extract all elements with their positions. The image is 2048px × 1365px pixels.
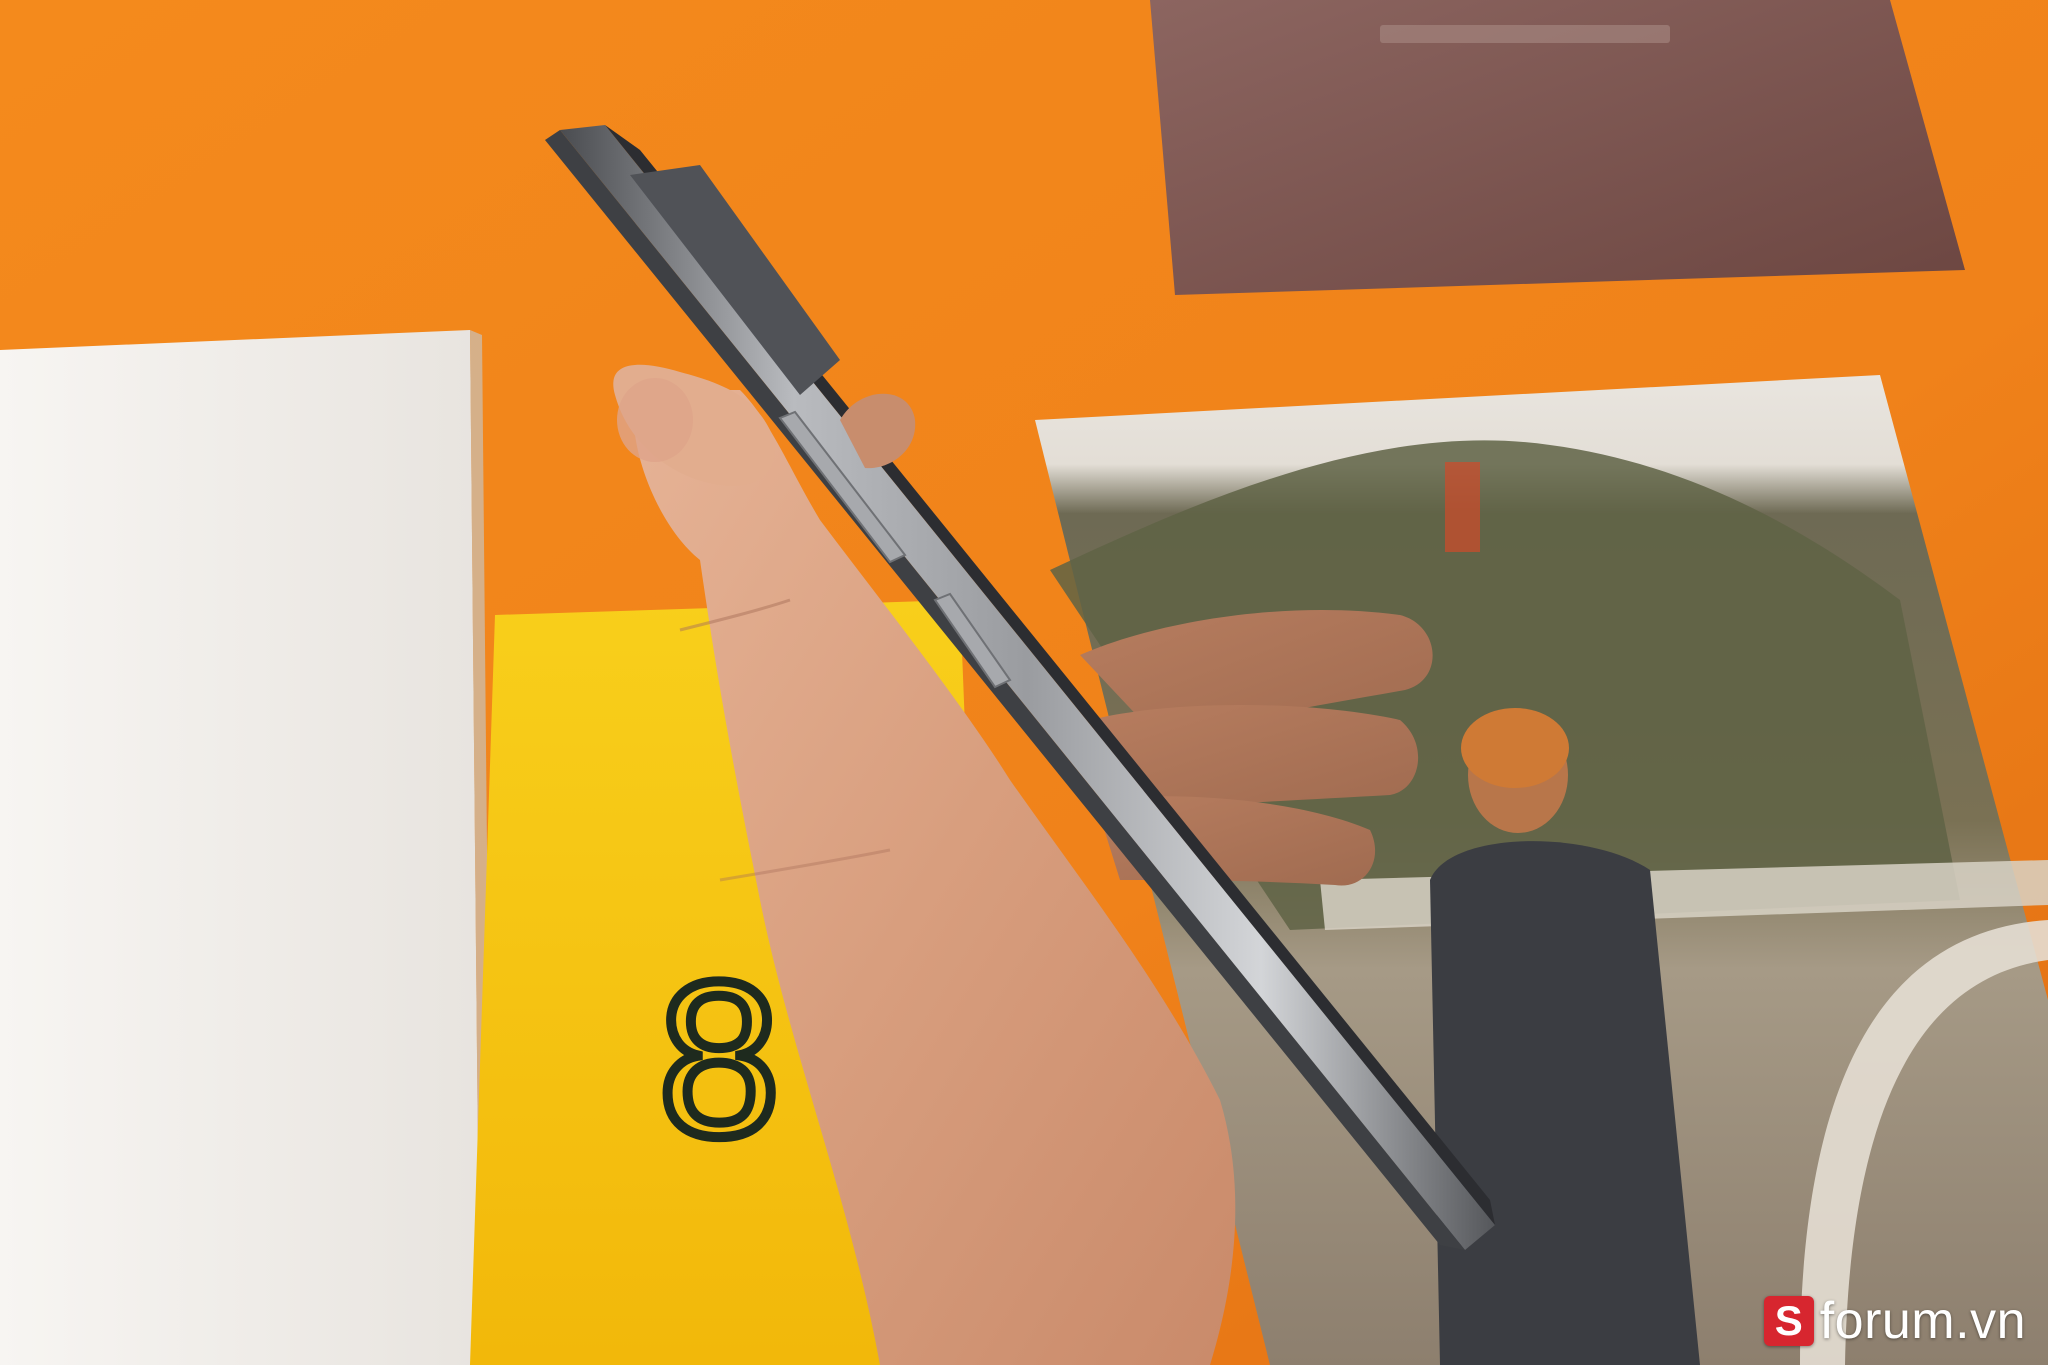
svg-text:8: 8: [658, 936, 780, 1182]
brand-text: forum.vn: [1819, 1292, 2026, 1350]
photo-scene: 8 S forum.vn: [0, 0, 2048, 1365]
sforum-logo-icon: S: [1763, 1296, 1814, 1346]
sforum-watermark: S forum.vn: [1763, 1292, 2026, 1350]
product-photo: 8: [0, 0, 2048, 1365]
logo-letter: S: [1774, 1297, 1803, 1344]
